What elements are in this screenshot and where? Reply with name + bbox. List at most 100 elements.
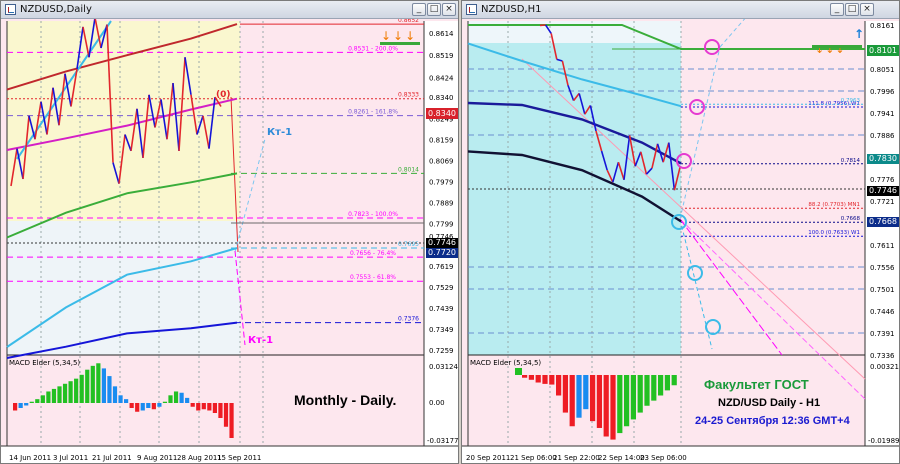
price-tick-label: 0.8519 — [429, 52, 454, 60]
price-tick-label: 0.7439 — [429, 305, 454, 313]
macd-bar — [569, 375, 575, 427]
macd-bar — [24, 403, 29, 406]
macd-bar — [85, 369, 90, 403]
fib-level-label: 0.8531 - 200.0% — [348, 45, 398, 52]
fractal-arrows-icon: ↓↓↓ — [381, 29, 418, 43]
green-level-marker — [812, 45, 862, 48]
time-axis-labels: 20 Sep 2011 21 Sep 06:0021 Sep 22:0022 Se… — [466, 454, 687, 462]
h1-chart-canvas[interactable]: 111.8 (0.7956) W10.79630.781488.2 (0.770… — [462, 19, 900, 464]
kt1-label-down: Кт-1 — [248, 335, 274, 346]
caption-faculty: Факультет ГОСТ — [704, 377, 809, 392]
macd-bar — [637, 375, 643, 413]
macd-bar — [617, 375, 623, 434]
macd-bar — [610, 375, 616, 440]
macd-bar — [562, 375, 568, 413]
macd-bar — [46, 391, 51, 403]
macd-bar — [129, 403, 134, 408]
macd-bar — [96, 363, 101, 403]
time-tick-label: 22 Sep 14:00 — [598, 454, 645, 462]
price-tick-label: 0.7336 — [870, 352, 895, 360]
macd-bar — [583, 375, 589, 410]
price-tick-label: 0.8069 — [429, 158, 454, 166]
close-button[interactable]: × — [860, 3, 874, 16]
window-title: NZDUSD,Daily — [20, 4, 92, 15]
fib-level-label: 0.8261 - 161.8% — [348, 109, 398, 116]
macd-bar — [79, 374, 84, 403]
price-tick-label: 0.7941 — [870, 110, 895, 118]
macd-title: MACD Elder (5,34,5) — [9, 359, 80, 367]
price-tick-label: 0.8424 — [429, 74, 454, 82]
macd-bar — [522, 375, 528, 378]
time-tick-label: 15 Sep 2011 — [217, 454, 261, 462]
macd-bar — [18, 403, 23, 408]
macd-bar — [57, 386, 62, 403]
macd-bar — [185, 397, 190, 403]
macd-bar — [651, 375, 657, 401]
macd-bar — [168, 395, 173, 403]
macd-bar — [13, 403, 18, 411]
macd-bar — [179, 392, 184, 403]
price-tick-label: 0.7556 — [870, 264, 895, 272]
price-tick-label: 0.8051 — [870, 66, 895, 74]
macd-bar — [118, 395, 123, 403]
fib-level-label: 0.7656 - 76.4% — [350, 250, 396, 257]
fib-level-label: 0.7823 - 100.0% — [348, 211, 398, 218]
macd-bar — [624, 375, 630, 427]
macd-bar — [162, 401, 168, 403]
macd-bar — [528, 375, 534, 380]
macd-bar — [201, 403, 206, 410]
caption-pair: NZD/USD Daily - H1 — [718, 397, 821, 409]
close-button[interactable]: × — [442, 3, 456, 16]
ask-price-box: 0.7720 — [426, 248, 458, 258]
price-tick-label: 0.8340 — [429, 94, 454, 102]
macd-bar — [535, 375, 541, 383]
buy-arrow-icon: ↑ — [854, 27, 865, 41]
fib-level-label: 0.8652 — [398, 19, 419, 24]
chart-window-h1[interactable]: NZDUSD,H1 _ □ × 111.8 (0.7956) W1 0.7963 0… — [461, 0, 900, 464]
macd-bar — [590, 375, 596, 422]
price-tick-label: 0.7259 — [429, 347, 454, 355]
macd-bar — [549, 375, 555, 385]
macd-bar — [207, 403, 212, 411]
macd-label-top: 0.00321 — [870, 363, 899, 371]
macd-bar — [146, 403, 151, 408]
macd-bar — [157, 403, 162, 407]
macd-bar — [671, 375, 677, 386]
macd-bar — [515, 368, 522, 375]
macd-bar — [196, 403, 201, 411]
minimize-button[interactable]: _ — [412, 3, 426, 16]
maximize-button[interactable]: □ — [845, 3, 859, 16]
macd-bar — [90, 365, 95, 403]
time-tick-label: 21 Sep 22:00 — [553, 454, 600, 462]
macd-bar — [229, 403, 234, 438]
maximize-button[interactable]: □ — [427, 3, 441, 16]
price-tick-label: 0.7889 — [429, 200, 454, 208]
macd-bar — [74, 378, 79, 403]
macd-bar — [218, 403, 223, 418]
macd-bar — [151, 403, 156, 410]
fib-level-label: 0.7668 — [841, 216, 861, 222]
macd-bar — [135, 403, 140, 412]
fib-level-label: 0.7963 — [841, 98, 861, 104]
window-titlebar[interactable]: NZDUSD,H1 _ □ × — [462, 1, 899, 19]
time-tick-label: 23 Sep 06:00 — [640, 454, 687, 462]
time-tick-label: 14 Jun 2011 — [9, 454, 51, 462]
chart-window-daily[interactable]: NZDUSD,Daily _ □ × 0.8652 0.8531 - 200.0%… — [0, 0, 459, 464]
macd-bar — [658, 375, 664, 396]
time-tick-label: 3 Jul 2011 — [53, 454, 88, 462]
time-tick-label: 21 Sep 06:00 — [510, 454, 557, 462]
price-axis — [865, 21, 899, 446]
window-titlebar[interactable]: NZDUSD,Daily _ □ × — [1, 1, 458, 19]
macd-bar — [223, 403, 229, 427]
session-zone — [468, 21, 681, 355]
kt1-label-up: Кт-1 — [267, 127, 293, 138]
bid-price-box: 0.7746 — [426, 238, 458, 248]
macd-label-top: 0.03124 — [429, 363, 458, 371]
caption-date: 24-25 Сентября 12:36 GMT+4 — [695, 415, 850, 427]
minimize-button[interactable]: _ — [830, 3, 844, 16]
price-tick-label: 0.7529 — [429, 284, 454, 292]
price-tick-label: 0.7391 — [870, 330, 895, 338]
price-tick-label: 0.7349 — [429, 326, 454, 334]
macd-bar — [107, 376, 112, 403]
fib-level-label: 0.7553 - 61.8% — [350, 274, 396, 281]
